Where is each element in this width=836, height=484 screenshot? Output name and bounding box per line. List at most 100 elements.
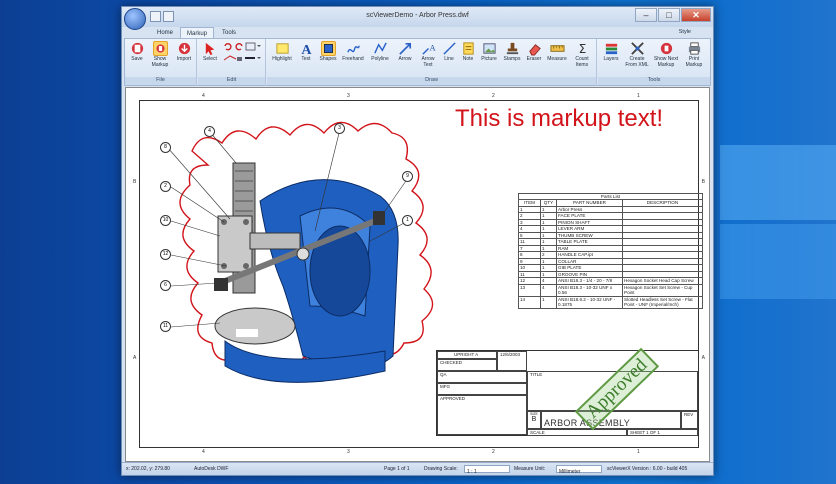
- file-format: AutoDesk DWF: [194, 466, 229, 472]
- arrow-text-button[interactable]: A Arrow Text: [417, 41, 439, 68]
- close-button[interactable]: ✕: [681, 8, 711, 22]
- highlight-button[interactable]: Highlight: [269, 41, 295, 63]
- line-width-icon[interactable]: [244, 54, 262, 63]
- stamps-button[interactable]: Stamps: [501, 41, 523, 63]
- line-button[interactable]: Line: [440, 41, 458, 63]
- balloon: 4: [204, 126, 215, 137]
- create-from-xml-button[interactable]: Create From XML: [623, 41, 651, 68]
- approved-label: APPROVED: [440, 396, 466, 401]
- redo-icon[interactable]: [234, 42, 244, 51]
- picture-label: Picture: [481, 56, 497, 62]
- picture-icon: [482, 43, 496, 54]
- title-block-cell: QA: [437, 371, 527, 383]
- table-cell: 1: [540, 295, 557, 309]
- table-row: 14 1 ANSI B18.6.2 - 10-32 UNF - 0.1875 Slot…: [518, 295, 703, 309]
- polyline-label: Polyline: [371, 56, 389, 62]
- picture-button[interactable]: Picture: [478, 41, 500, 63]
- stamp-icon: [506, 42, 518, 55]
- table-cell: Hexagon Socket Head Cap Screw: [622, 277, 703, 285]
- line-style-icon[interactable]: [223, 54, 243, 63]
- ruler-right-label: B: [701, 179, 705, 185]
- group-file: Save Show Markup Import File: [125, 39, 197, 86]
- windows-logo-pane: [720, 224, 836, 299]
- table-cell: 13: [518, 283, 541, 297]
- balloon: 6: [160, 280, 171, 291]
- table-cell: 4: [540, 283, 557, 297]
- measure-unit-value: Millimeter: [559, 469, 581, 475]
- table-cell: 14: [518, 295, 541, 309]
- title-block-cell: SCALE: [527, 429, 627, 436]
- app-menu-button[interactable]: [124, 8, 146, 30]
- drawing-scale-select[interactable]: 1 : 1: [464, 465, 510, 475]
- measure-unit-select[interactable]: Millimeter: [556, 465, 602, 475]
- balloon: 12: [160, 249, 171, 260]
- text-button[interactable]: A Text: [296, 41, 316, 63]
- layers-button[interactable]: Layers: [600, 41, 622, 63]
- mfg-label: MFG: [440, 384, 450, 389]
- title-block-cell: CHECKED: [437, 359, 497, 371]
- title-block-cell: APPROVED: [437, 395, 527, 435]
- group-file-label: File: [125, 77, 196, 85]
- print-markup-button[interactable]: Print Markup: [681, 41, 707, 68]
- color-picker-icon[interactable]: [245, 42, 261, 51]
- import-button[interactable]: Import: [173, 41, 195, 63]
- table-row: 13 4 ANSI B18.3 - 10-32 UNF x 0.56 Hexagon …: [518, 283, 703, 297]
- minimize-button[interactable]: –: [635, 8, 657, 22]
- version-info: scViewerX Version : 6.00 - build 405: [607, 466, 688, 472]
- markup-text[interactable]: This is markup text!: [455, 105, 663, 133]
- ruler-left-label: B: [133, 179, 137, 185]
- style-menu[interactable]: Style: [679, 29, 691, 35]
- measure-button[interactable]: Measure: [545, 41, 569, 63]
- shapes-button[interactable]: Shapes: [317, 41, 339, 63]
- ruler-top-label: 3: [347, 93, 350, 99]
- balloon: 8: [160, 142, 171, 153]
- date-label: 12/6/2003: [500, 352, 521, 357]
- measure-label: Measure: [547, 56, 567, 62]
- count-items-label: Count Items: [575, 56, 589, 68]
- undo-icon[interactable]: [223, 42, 233, 51]
- text-label: Text: [301, 56, 311, 62]
- show-next-markup-button[interactable]: Show Next Markup: [652, 41, 680, 68]
- count-items-button[interactable]: Σ Count Items: [570, 41, 594, 68]
- group-edit: Select Edit: [198, 39, 266, 86]
- drawing-canvas[interactable]: 4 3 2 1 4 3 2 1 B A B A 4 3 8 2 10 12 6 …: [125, 87, 710, 462]
- title-block-cell: SIZE B: [527, 411, 541, 429]
- windows-logo-pane: [720, 145, 836, 220]
- arbor-press-illustration: [167, 121, 434, 383]
- highlight-label: Highlight: [272, 56, 292, 62]
- title-block-cell: REV: [681, 411, 698, 429]
- ruler-right-label: A: [701, 355, 705, 361]
- eraser-label: Eraser: [526, 56, 542, 62]
- maximize-button[interactable]: □: [658, 8, 680, 22]
- line-icon: [442, 42, 456, 55]
- table-cell: ANSI B18.6.2 - 10-32 UNF - 0.1875: [556, 295, 623, 309]
- title-block-cell: SHEET 1 OF 1: [627, 429, 698, 436]
- print-icon: [688, 42, 700, 55]
- import-label: Import: [176, 56, 192, 62]
- show-markup-button[interactable]: Show Markup: [148, 41, 172, 68]
- eraser-button[interactable]: Eraser: [524, 41, 544, 63]
- select-arrow-icon: [205, 42, 214, 56]
- line-label: Line: [444, 56, 454, 62]
- ribbon: Save Show Markup Import File Select Edit…: [124, 38, 711, 86]
- title-block-cell: MFG: [437, 383, 527, 395]
- measure-unit-label: Measure Unit:: [514, 466, 546, 472]
- select-button[interactable]: Select: [200, 41, 220, 63]
- note-button[interactable]: Note: [459, 41, 477, 63]
- group-tools: Layers Create From XML Show Next Markup …: [598, 39, 710, 86]
- arrow-button[interactable]: Arrow: [394, 41, 416, 63]
- freehand-icon: [346, 45, 360, 53]
- freehand-button[interactable]: Freehand: [340, 41, 366, 63]
- table-cell: ANSI B18.3 - 10-32 UNF x 0.56: [556, 283, 623, 297]
- ruler-top-label: 4: [202, 93, 205, 99]
- balloon: 9: [402, 171, 413, 182]
- group-draw-label: Draw: [267, 77, 596, 85]
- polyline-button[interactable]: Polyline: [367, 41, 393, 63]
- drawing-scale-label: Drawing Scale:: [424, 466, 458, 472]
- table-cell: Slotted Headless Set Screw - Flat Point …: [622, 295, 703, 309]
- title-block: UPRIGHT A 12/6/2003 CHECKED QA MFG APPRO…: [436, 350, 699, 436]
- title-bar: scViewerDemo - Arbor Press.dwf – □ ✕: [122, 7, 713, 30]
- group-edit-label: Edit: [198, 77, 265, 85]
- status-bar: x: 202.02, y: 279.80 AutoDesk DWF Page 1…: [122, 462, 713, 475]
- save-button[interactable]: Save: [127, 41, 147, 63]
